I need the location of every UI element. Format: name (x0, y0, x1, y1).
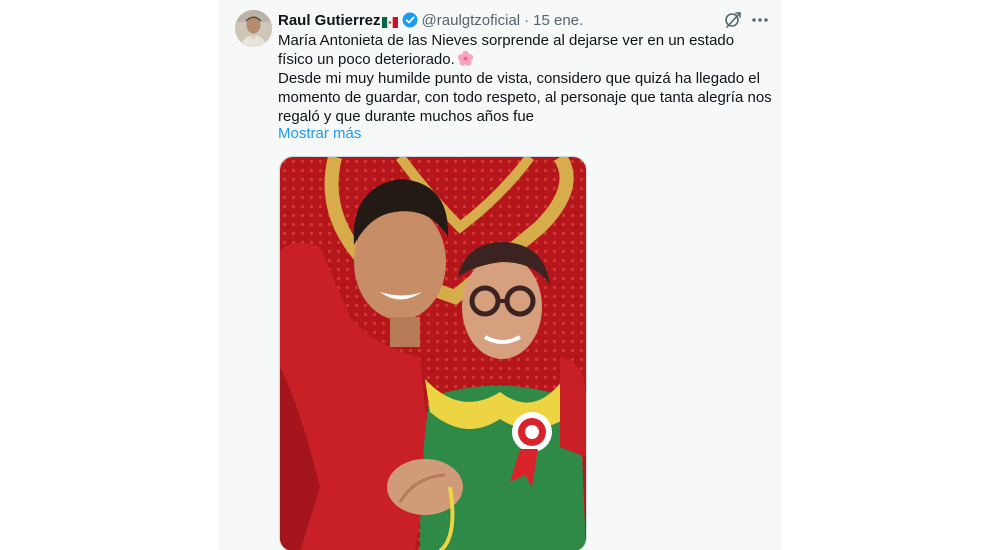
right-margin (782, 0, 1000, 550)
more-options-icon[interactable] (748, 10, 772, 30)
tweet-paragraph-2: Desde mi muy humilde punto de vista, con… (278, 70, 772, 125)
mexico-flag-icon (381, 15, 398, 28)
show-more-link[interactable]: Mostrar más (278, 125, 361, 142)
tweet-date[interactable]: 15 ene. (533, 12, 583, 29)
display-name[interactable]: Raul Gutierrez (278, 12, 381, 29)
separator-dot: · (524, 11, 530, 29)
user-handle[interactable]: @raulgtzoficial (422, 12, 521, 29)
tweet-paragraph-1: María Antonieta de las Nieves sorprende … (278, 31, 772, 69)
tweet-card[interactable]: Raul Gutierrez @raulgtzoficial · 15 ene. (218, 0, 782, 550)
tweet-header: Raul Gutierrez @raulgtzoficial · 15 ene. (278, 10, 583, 30)
avatar[interactable] (235, 10, 272, 47)
cherry-blossom-icon (457, 50, 474, 67)
verified-badge-icon[interactable] (402, 12, 418, 28)
tweet-text-line-1: María Antonieta de las Nieves sorprende … (278, 32, 735, 68)
tweet-text: María Antonieta de las Nieves sorprende … (278, 31, 772, 126)
left-margin (0, 0, 218, 550)
grok-icon[interactable] (723, 10, 743, 30)
tweet-photo[interactable] (279, 156, 587, 550)
